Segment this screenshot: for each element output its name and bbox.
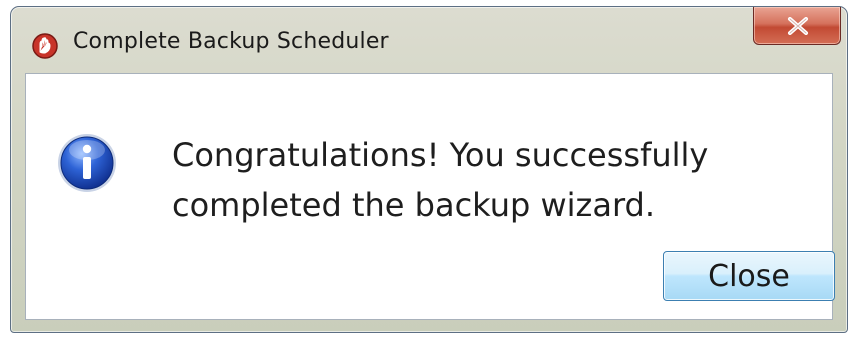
window-close-button[interactable] — [753, 7, 841, 45]
window-title: Complete Backup Scheduler — [73, 29, 389, 54]
message-line-2: completed the backup wizard. — [172, 186, 656, 224]
dialog-message: Congratulations! You successfully comple… — [172, 130, 772, 230]
close-x-icon — [788, 17, 808, 35]
backup-scheduler-app-icon — [31, 32, 59, 60]
close-button[interactable]: Close — [663, 251, 835, 301]
dialog-content: Congratulations! You successfully comple… — [25, 73, 835, 320]
title-bar[interactable]: Complete Backup Scheduler — [11, 7, 847, 73]
dialog-window: Complete Backup Scheduler Congratulation… — [10, 6, 848, 333]
message-line-1: Congratulations! You successfully — [172, 136, 709, 174]
information-icon — [56, 132, 118, 194]
